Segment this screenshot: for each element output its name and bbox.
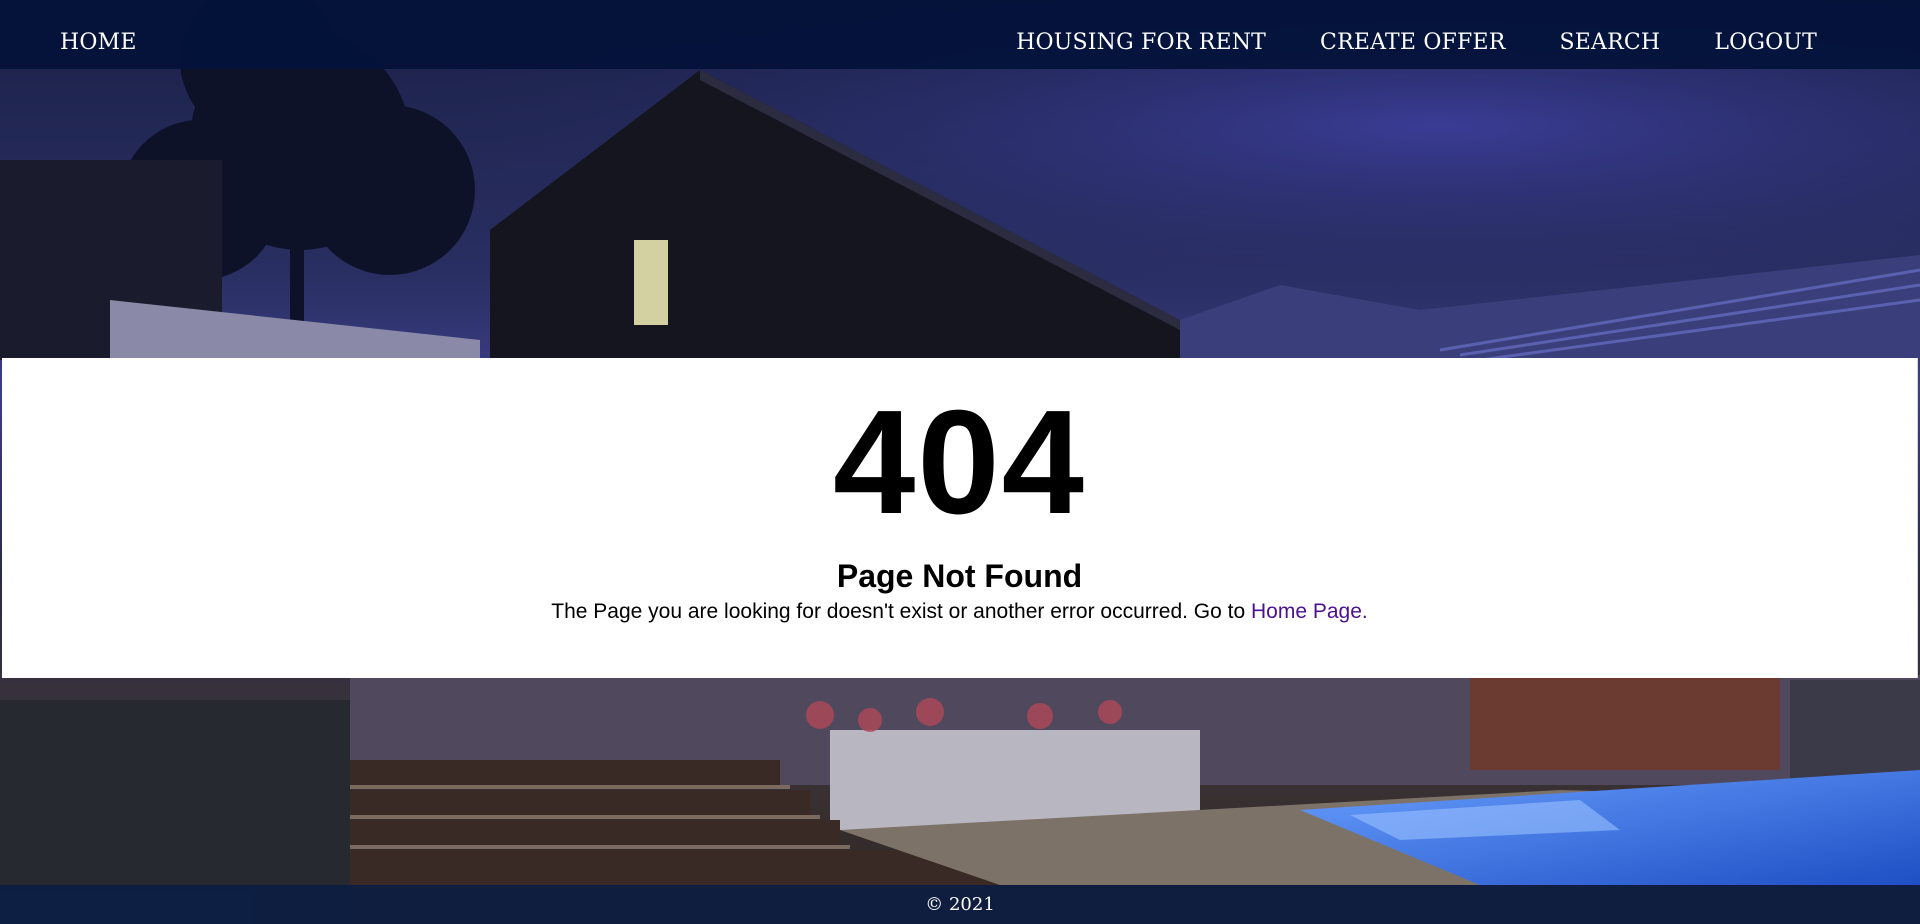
footer: © 2021 (0, 885, 1920, 924)
error-code: 404 (833, 380, 1086, 545)
nav-home-link[interactable]: HOME (60, 0, 137, 69)
error-title: Page Not Found (836, 558, 1083, 594)
error-message: The Page you are looking for doesn't exi… (2, 600, 1917, 624)
nav-create-offer-link[interactable]: CREATE OFFER (1320, 0, 1505, 69)
nav-search-link[interactable]: SEARCH (1560, 0, 1661, 69)
top-navbar: HOME HOUSING FOR RENT CREATE OFFER SEARC… (0, 0, 1920, 69)
nav-logout-link[interactable]: LOGOUT (1714, 0, 1817, 69)
error-panel: 404 Page Not Found The Page you are look… (2, 358, 1918, 678)
home-page-link[interactable]: Home Page. (1251, 600, 1368, 623)
copyright-text: © 2021 (925, 894, 995, 915)
nav-right-group: HOUSING FOR RENT CREATE OFFER SEARCH LOG… (1016, 0, 1817, 69)
nav-housing-for-rent-link[interactable]: HOUSING FOR RENT (1016, 0, 1266, 69)
error-message-text: The Page you are looking for doesn't exi… (551, 600, 1251, 623)
